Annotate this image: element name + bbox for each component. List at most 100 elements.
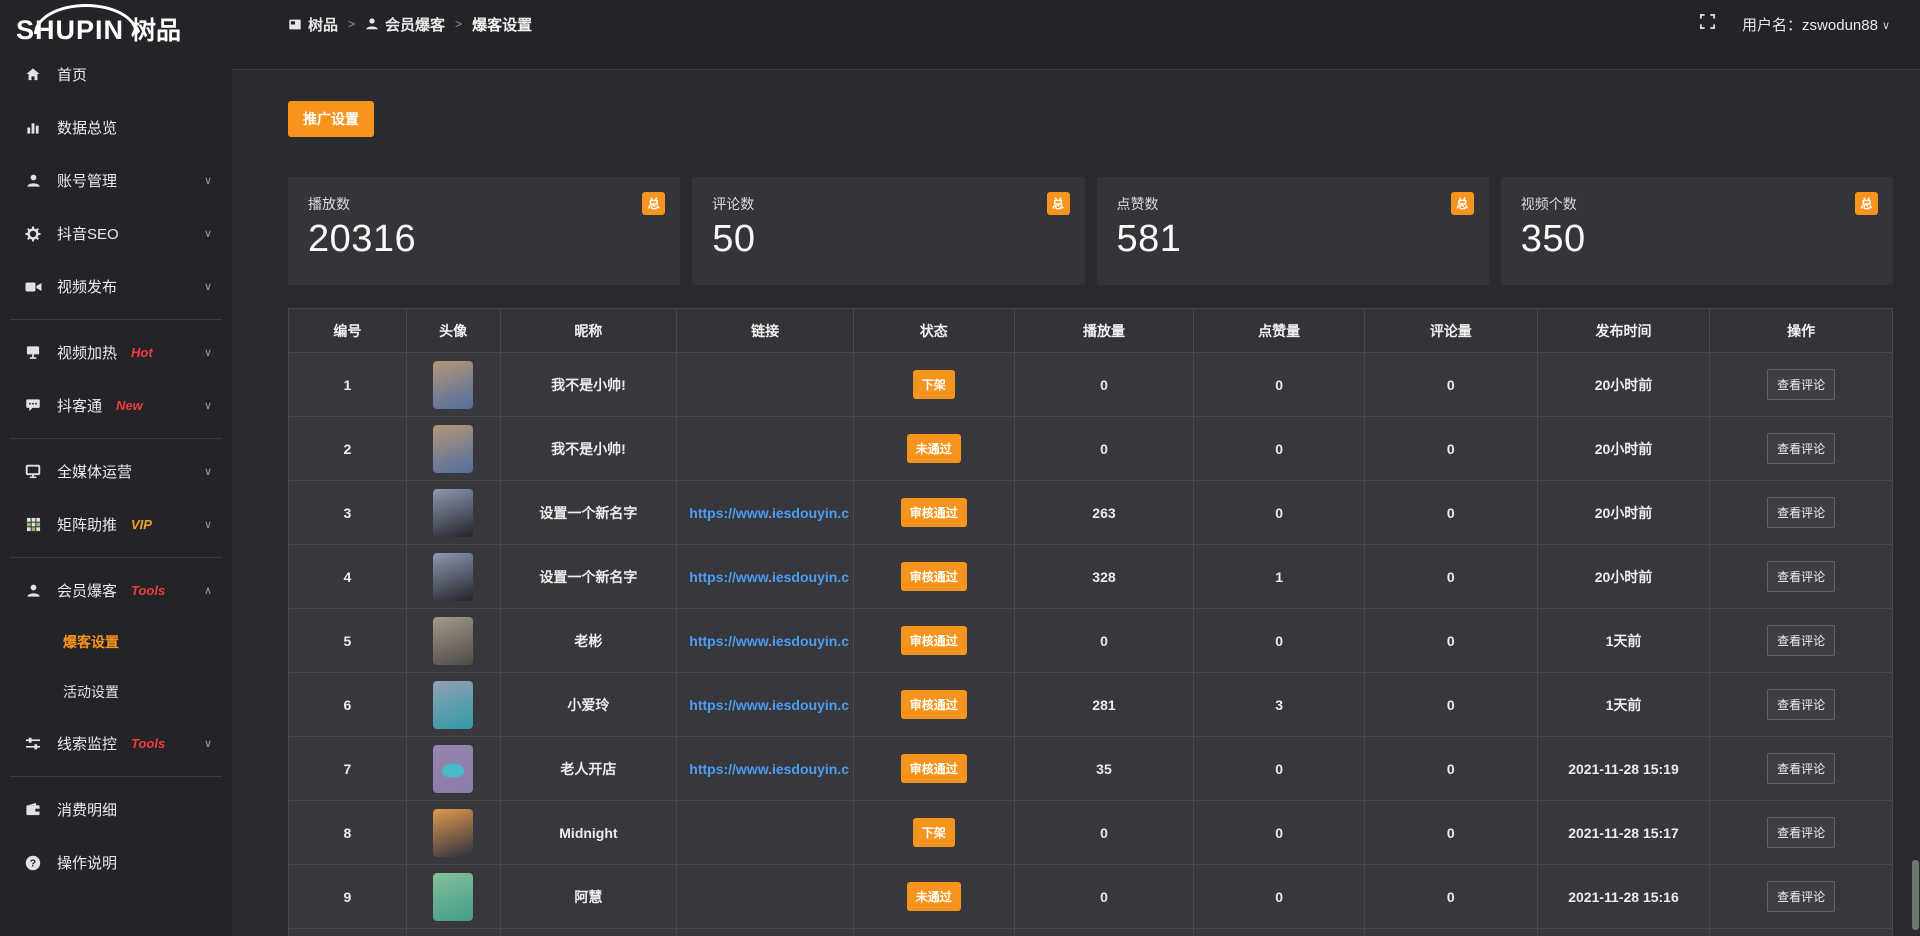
view-comments-button[interactable]: 查看评论 — [1767, 625, 1835, 656]
sidebar-item-账号管理[interactable]: 账号管理∨ — [0, 154, 232, 207]
cell-publish-time: 20小时前 — [1538, 353, 1711, 417]
avatar — [433, 873, 473, 921]
logo-text-cn: 树品 — [131, 19, 181, 44]
video-link[interactable]: https://www.iesdouyin.c — [689, 761, 849, 777]
cell-link: https://www.iesdouyin.c — [677, 609, 854, 673]
cell-index: 6 — [289, 673, 407, 737]
sidebar-item-label: 抖音SEO — [57, 223, 119, 244]
cell-status: 下架 — [854, 801, 1015, 865]
sidebar-subitem-活动设置[interactable]: 活动设置 — [0, 667, 232, 717]
sidebar-item-消费明细[interactable]: 消费明细 — [0, 783, 232, 836]
sidebar-item-线索监控[interactable]: 线索监控Tools∨ — [0, 717, 232, 770]
view-comments-button[interactable]: 查看评论 — [1767, 881, 1835, 912]
breadcrumb-item-home[interactable]: 树品 — [288, 14, 338, 35]
sidebar-item-label: 视频加热 — [57, 342, 117, 363]
sidebar-item-首页[interactable]: 首页 — [0, 48, 232, 101]
status-badge: 审核通过 — [901, 690, 967, 719]
cell-status: 未通过 — [854, 417, 1015, 481]
cell-link — [677, 417, 854, 481]
cell-link — [677, 865, 854, 929]
cell-plays: 35 — [1015, 737, 1195, 801]
cell-publish-time: 20小时前 — [1538, 417, 1711, 481]
cell-nickname: 设置一个新名字 — [501, 545, 678, 609]
sidebar-item-tag: VIP — [131, 517, 152, 532]
video-link[interactable]: https://www.iesdouyin.c — [689, 633, 849, 649]
sidebar-item-label: 视频发布 — [57, 276, 117, 297]
cell-comments: 0 — [1365, 353, 1538, 417]
cell-link — [677, 353, 854, 417]
vertical-scrollbar[interactable] — [1912, 860, 1919, 930]
promo-settings-button[interactable]: 推广设置 — [288, 101, 374, 137]
cell-plays: 0 — [1015, 417, 1195, 481]
sidebar-item-全媒体运营[interactable]: 全媒体运营∨ — [0, 445, 232, 498]
cell-index: 7 — [289, 737, 407, 801]
cell-avatar — [407, 673, 501, 737]
sidebar-item-会员爆客[interactable]: 会员爆客Tools∧ — [0, 564, 232, 617]
view-comments-button[interactable]: 查看评论 — [1767, 433, 1835, 464]
cell-plays: 281 — [1015, 673, 1195, 737]
video-link[interactable]: https://www.iesdouyin.c — [689, 569, 849, 585]
column-header-链接: 链接 — [677, 309, 854, 353]
sidebar-item-抖音SEO[interactable]: 抖音SEO∨ — [0, 207, 232, 260]
gear-icon — [24, 226, 42, 242]
cell-nickname: 设置一个新名字 — [501, 481, 678, 545]
avatar — [433, 425, 473, 473]
view-comments-button[interactable]: 查看评论 — [1767, 369, 1835, 400]
video-link[interactable]: https://www.iesdouyin.c — [689, 697, 849, 713]
column-header-点赞量: 点赞量 — [1194, 309, 1365, 353]
cell-comments: 0 — [1365, 801, 1538, 865]
breadcrumb-item-member[interactable]: 会员爆客 — [365, 14, 445, 35]
sidebar-item-tag: Hot — [131, 345, 153, 360]
cell-action: 查看评论 — [1710, 417, 1892, 481]
sidebar-item-视频发布[interactable]: 视频发布∨ — [0, 260, 232, 313]
stat-label: 评论数 — [712, 194, 1064, 214]
topbar-right: 用户名：zswodun88 — [1699, 13, 1920, 35]
stat-card-评论数: 评论数50总 — [692, 177, 1084, 285]
view-comments-button[interactable]: 查看评论 — [1767, 689, 1835, 720]
view-comments-button[interactable]: 查看评论 — [1767, 561, 1835, 592]
sidebar-item-label: 线索监控 — [57, 733, 117, 754]
cell-likes: 1 — [1194, 545, 1365, 609]
status-badge: 未通过 — [907, 434, 961, 463]
header-divider — [232, 48, 1920, 70]
sidebar-item-矩阵助推[interactable]: 矩阵助推VIP∨ — [0, 498, 232, 551]
sidebar-item-数据总览[interactable]: 数据总览 — [0, 101, 232, 154]
table-row: 5老彬https://www.iesdouyin.c审核通过0001天前查看评论 — [289, 609, 1892, 673]
logo-arc-icon — [34, 4, 138, 34]
column-header-评论量: 评论量 — [1365, 309, 1538, 353]
sidebar-item-操作说明[interactable]: ?操作说明 — [0, 836, 232, 889]
status-badge: 审核通过 — [901, 626, 967, 655]
cell-nickname: 老彬 — [501, 609, 678, 673]
sidebar-subitem-爆客设置[interactable]: 爆客设置 — [0, 617, 232, 667]
monitor-icon — [24, 464, 42, 480]
cell-avatar — [407, 929, 501, 936]
cell-publish-time: 2021-11-28 15:17 — [1538, 801, 1711, 865]
cell-status: 审核通过 — [854, 481, 1015, 545]
table-row: 6小爱玲https://www.iesdouyin.c审核通过281301天前查… — [289, 673, 1892, 737]
cell-status: 下架 — [854, 353, 1015, 417]
chevron-down-icon — [1882, 16, 1890, 33]
table-row: 2我不是小帅!未通过00020小时前查看评论 — [289, 417, 1892, 481]
video-link[interactable]: https://www.iesdouyin.c — [689, 505, 849, 521]
chevron-up-icon: ∧ — [204, 584, 212, 597]
user-menu[interactable]: 用户名：zswodun88 — [1742, 14, 1890, 35]
cell-index: 8 — [289, 801, 407, 865]
sidebar-divider — [10, 319, 222, 320]
breadcrumb-separator: > — [348, 17, 355, 31]
cell-status: 审核通过 — [854, 545, 1015, 609]
breadcrumb-item-current: 爆客设置 — [472, 14, 532, 35]
question-icon: ? — [24, 855, 42, 871]
table-row: 8Midnight下架0002021-11-28 15:17查看评论 — [289, 801, 1892, 865]
view-comments-button[interactable]: 查看评论 — [1767, 817, 1835, 848]
breadcrumb-separator: > — [455, 17, 462, 31]
view-comments-button[interactable]: 查看评论 — [1767, 497, 1835, 528]
sidebar-item-抖客通[interactable]: 抖客通New∨ — [0, 379, 232, 432]
status-badge: 审核通过 — [901, 754, 967, 783]
panel-icon — [288, 18, 302, 31]
cell-likes: 0 — [1194, 609, 1365, 673]
cell-nickname — [501, 929, 678, 936]
app-logo[interactable]: SHUPIN 树品 — [0, 0, 232, 48]
sidebar-item-视频加热[interactable]: 视频加热Hot∨ — [0, 326, 232, 379]
view-comments-button[interactable]: 查看评论 — [1767, 753, 1835, 784]
fullscreen-icon[interactable] — [1699, 13, 1716, 35]
